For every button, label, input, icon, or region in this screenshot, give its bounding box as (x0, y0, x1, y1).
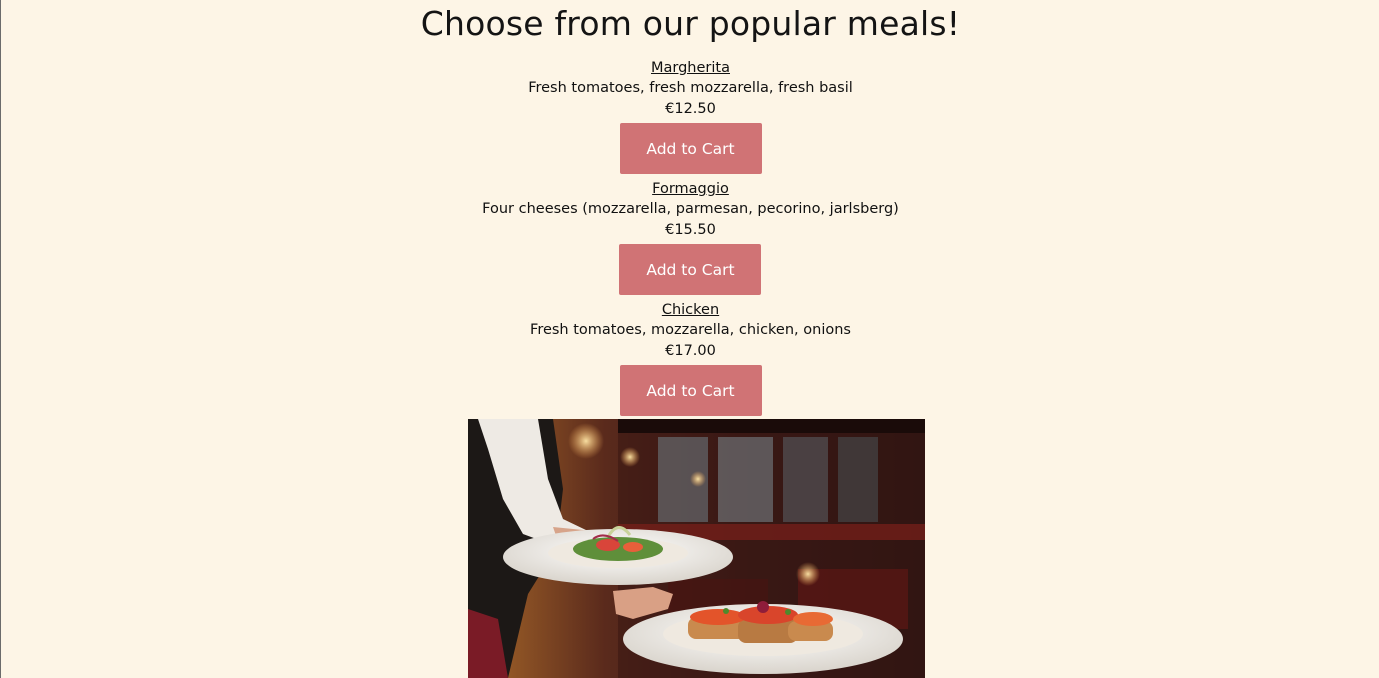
meal-description: Fresh tomatoes, fresh mozzarella, fresh … (528, 80, 853, 96)
restaurant-photo (468, 419, 925, 678)
meal-price: €17.00 (665, 343, 716, 359)
add-to-cart-button[interactable]: Add to Cart (619, 365, 762, 416)
meal-description: Four cheeses (mozzarella, parmesan, peco… (482, 201, 899, 217)
meal-description: Fresh tomatoes, mozzarella, chicken, oni… (530, 322, 851, 338)
meal-item-chicken: Chicken Fresh tomatoes, mozzarella, chic… (530, 300, 851, 416)
meal-name-link[interactable]: Margherita (651, 58, 730, 78)
meal-price: €12.50 (665, 101, 716, 117)
meal-list: Margherita Fresh tomatoes, fresh mozzare… (1, 58, 1379, 421)
add-to-cart-button[interactable]: Add to Cart (619, 123, 762, 174)
meal-name-link[interactable]: Chicken (662, 300, 719, 320)
waiter-with-plates-illustration (468, 419, 925, 678)
meal-name-link[interactable]: Formaggio (652, 179, 729, 199)
meal-item-margherita: Margherita Fresh tomatoes, fresh mozzare… (528, 58, 853, 174)
page-title: Choose from our popular meals! (420, 4, 961, 43)
meal-item-formaggio: Formaggio Four cheeses (mozzarella, parm… (482, 179, 899, 295)
add-to-cart-button[interactable]: Add to Cart (619, 244, 762, 295)
meal-price: €15.50 (665, 222, 716, 238)
